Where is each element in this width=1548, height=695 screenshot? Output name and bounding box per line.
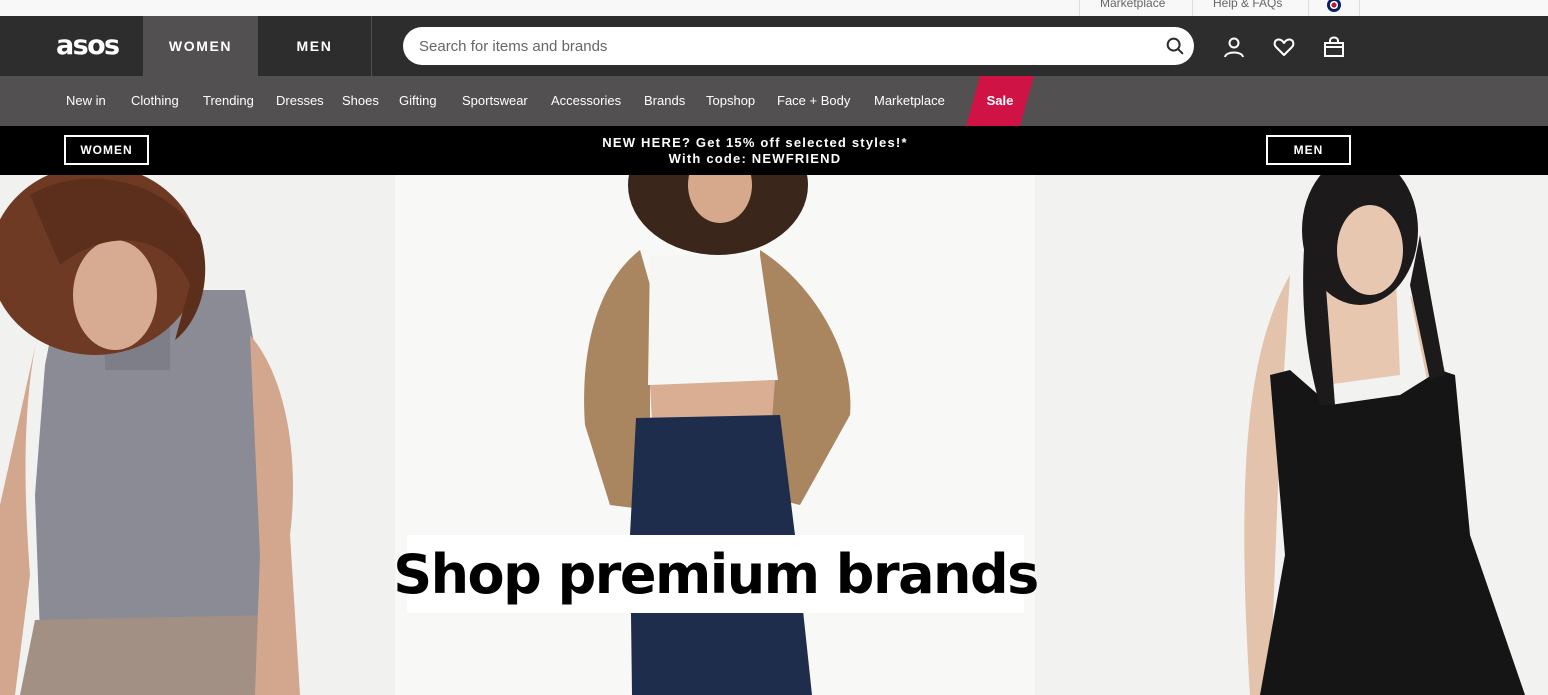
model-right	[1244, 175, 1525, 695]
model-left	[0, 175, 300, 695]
sale-label: Sale	[986, 93, 1014, 108]
saved-items-icon[interactable]	[1272, 35, 1296, 59]
search-input[interactable]	[419, 27, 1149, 65]
model-center	[584, 175, 851, 695]
bag-icon[interactable]	[1322, 35, 1346, 59]
nav-item-face-body[interactable]: Face + Body	[777, 76, 850, 126]
hero-title[interactable]: Shop premium brands	[393, 543, 1039, 606]
nav-item-brands[interactable]: Brands	[644, 76, 685, 126]
promo-message: NEW HERE? Get 15% off selected styles!* …	[440, 135, 1070, 167]
nav-item-sale[interactable]: Sale	[966, 76, 1034, 126]
promo-line-1: NEW HERE? Get 15% off selected styles!*	[602, 135, 908, 150]
search-bar	[403, 27, 1194, 65]
promo-line-2: With code: NEWFRIEND	[668, 151, 842, 166]
promo-men-button[interactable]: MEN	[1266, 135, 1351, 165]
promo-women-button[interactable]: WOMEN	[64, 135, 149, 165]
uk-flag-icon	[1327, 0, 1341, 12]
country-selector[interactable]	[1308, 0, 1360, 16]
search-icon[interactable]	[1164, 35, 1186, 57]
nav-item-clothing[interactable]: Clothing	[131, 76, 179, 126]
nav-item-accessories[interactable]: Accessories	[551, 76, 621, 126]
hero-models-image	[0, 175, 1525, 695]
nav-item-sportswear[interactable]: Sportswear	[462, 76, 528, 126]
nav-item-topshop[interactable]: Topshop	[706, 76, 755, 126]
hero-banner[interactable]: Shop premium brands	[0, 175, 1548, 695]
category-nav: New in Clothing Trending Dresses Shoes G…	[0, 76, 1548, 126]
nav-item-marketplace[interactable]: Marketplace	[874, 76, 945, 126]
hero-title-box: Shop premium brands	[393, 535, 1039, 613]
nav-item-new-in[interactable]: New in	[66, 76, 106, 126]
asos-logo[interactable]: asos	[56, 32, 120, 60]
promo-banner: WOMEN NEW HERE? Get 15% off selected sty…	[0, 126, 1548, 175]
nav-item-shoes[interactable]: Shoes	[342, 76, 379, 126]
account-icon[interactable]	[1222, 35, 1246, 59]
marketplace-link[interactable]: Marketplace	[1079, 0, 1193, 16]
help-faqs-link[interactable]: Help & FAQs	[1192, 0, 1309, 16]
tab-women[interactable]: WOMEN	[143, 16, 258, 76]
tab-men[interactable]: MEN	[258, 16, 372, 76]
nav-item-dresses[interactable]: Dresses	[276, 76, 324, 126]
main-header: asos WOMEN MEN	[0, 16, 1548, 76]
utility-bar: Marketplace Help & FAQs	[0, 0, 1548, 16]
nav-item-trending[interactable]: Trending	[203, 76, 254, 126]
nav-item-gifting[interactable]: Gifting	[399, 76, 437, 126]
